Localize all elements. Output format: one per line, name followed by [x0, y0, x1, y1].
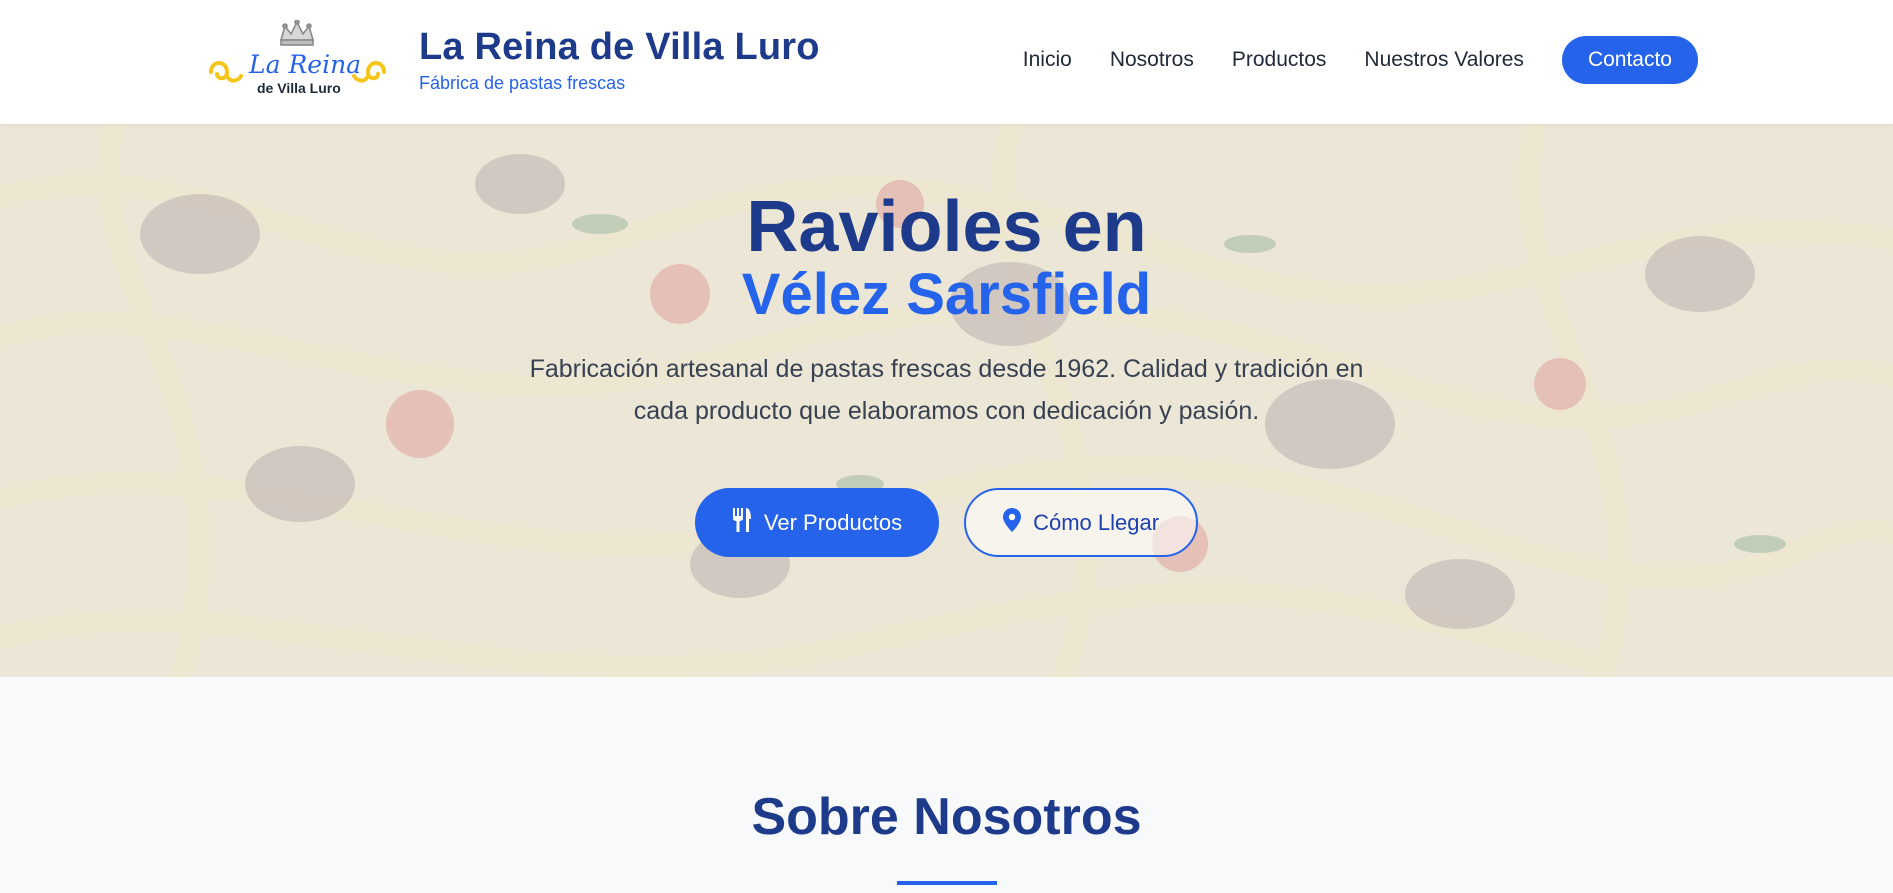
- nav-link-valores[interactable]: Nuestros Valores: [1364, 48, 1524, 72]
- site-header: La Reina de Villa Luro La Reina de Villa…: [0, 0, 1893, 124]
- view-products-button[interactable]: Ver Productos: [694, 488, 940, 557]
- contact-button[interactable]: Contacto: [1561, 36, 1698, 84]
- nav-link-productos[interactable]: Productos: [1232, 48, 1327, 72]
- hero-title-line1: Ravioles en: [746, 187, 1147, 267]
- logo-text-sub: de Villa Luro: [257, 80, 341, 96]
- hero-title: Ravioles en: [0, 190, 1893, 264]
- brand-subtitle: Fábrica de pastas frescas: [419, 73, 626, 93]
- directions-button[interactable]: Cómo Llegar: [964, 488, 1199, 557]
- view-products-label: Ver Productos: [763, 509, 903, 535]
- nav-link-nosotros[interactable]: Nosotros: [1110, 48, 1194, 72]
- brand-title[interactable]: La Reina de Villa Luro: [419, 26, 820, 69]
- section-divider: [896, 881, 997, 885]
- hero-buttons: Ver Productos Cómo Llegar: [0, 488, 1893, 557]
- crown-icon: [279, 19, 315, 46]
- about-title: Sobre Nosotros: [751, 788, 1142, 846]
- logo-text-main: La Reina: [249, 50, 362, 79]
- directions-label: Cómo Llegar: [1033, 509, 1160, 535]
- brand: La Reina de Villa Luro Fábrica de pastas…: [419, 26, 820, 94]
- main-nav: Inicio Nosotros Productos Nuestros Valor…: [1023, 36, 1698, 84]
- utensils-icon: [732, 507, 752, 538]
- ornament-left-icon: [209, 61, 243, 83]
- about-section: Sobre Nosotros: [0, 677, 1893, 893]
- nav-link-inicio[interactable]: Inicio: [1023, 48, 1072, 72]
- map-pin-icon: [1003, 507, 1022, 538]
- hero-section: Ravioles en Vélez Sarsfield Fabricación …: [0, 124, 1893, 677]
- hero-content: Ravioles en Vélez Sarsfield Fabricación …: [0, 124, 1893, 557]
- hero-title-accent: Vélez Sarsfield: [741, 262, 1152, 327]
- brand-logo[interactable]: La Reina de Villa Luro: [205, 19, 390, 100]
- hero-description: Fabricación artesanal de pastas frescas …: [529, 355, 1364, 425]
